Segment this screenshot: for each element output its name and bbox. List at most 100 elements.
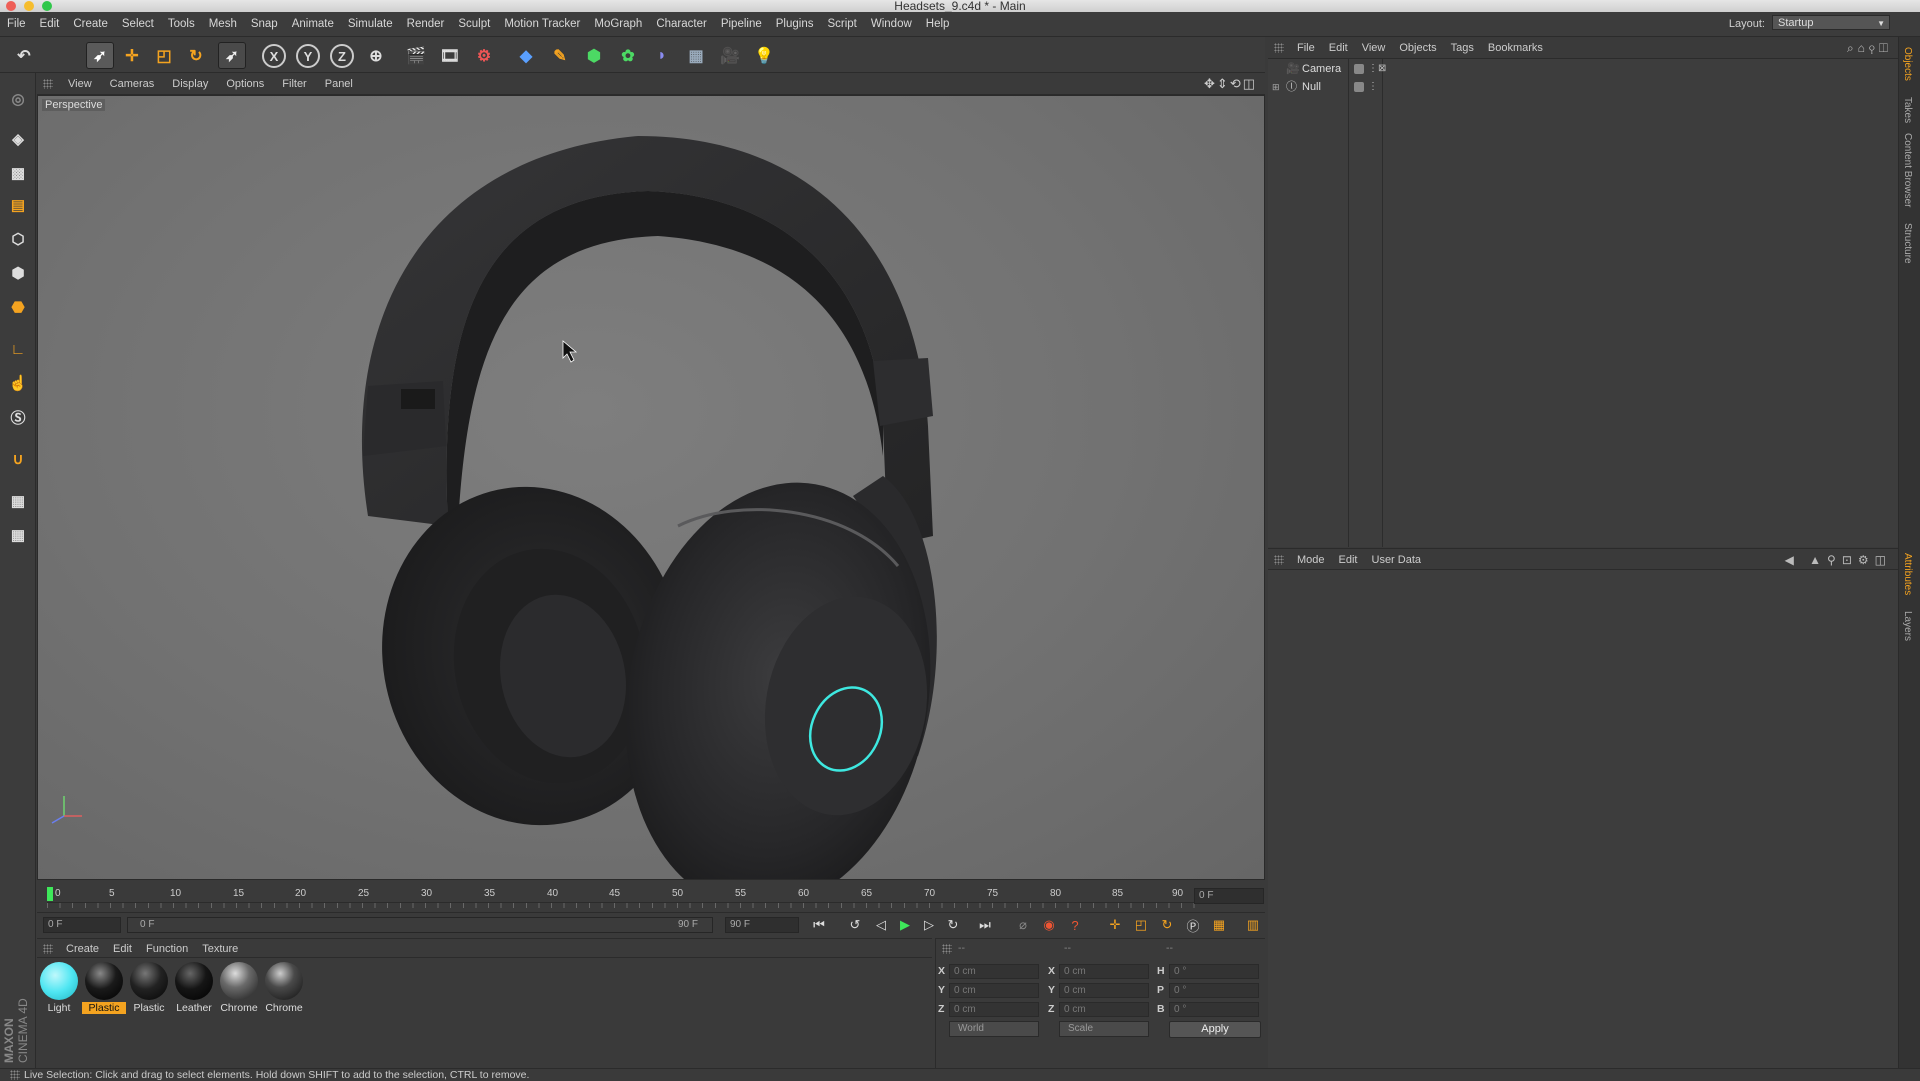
viewport-menu-cameras[interactable]: Cameras <box>101 73 164 95</box>
deformer-icon[interactable]: ◗ <box>648 42 676 69</box>
floor-icon[interactable]: ▦ <box>682 42 710 69</box>
go-to-end-icon[interactable]: ⏭ <box>975 916 995 934</box>
end-frame-field[interactable]: 90 F <box>725 917 799 933</box>
move-icon[interactable]: ✛ <box>118 42 146 69</box>
material-swatch[interactable]: Plastic <box>82 962 126 1016</box>
position-y-field[interactable]: 0 cm <box>949 983 1039 998</box>
recent-tool-icon[interactable]: ➶ <box>218 42 246 69</box>
menu-script[interactable]: Script <box>820 12 863 37</box>
snap-icon[interactable]: Ⓢ <box>4 403 32 431</box>
undo-icon[interactable]: ↶ <box>10 42 38 69</box>
cloner-icon[interactable]: ✿ <box>614 42 642 69</box>
points-mode-icon[interactable]: ⬡ <box>4 225 32 253</box>
play-icon[interactable]: ▶ <box>895 916 915 934</box>
z-axis-icon[interactable]: Z <box>330 44 354 68</box>
panel-grip-icon[interactable] <box>942 944 952 954</box>
rotate-icon[interactable]: ↻ <box>182 42 210 69</box>
cube-icon[interactable]: ◆ <box>512 42 540 69</box>
tab-structure[interactable]: Structure <box>1902 223 1913 264</box>
rotation-b-field[interactable]: 0 ° <box>1169 1002 1259 1017</box>
menu-plugins[interactable]: Plugins <box>769 12 821 37</box>
layout-select[interactable]: Startup ▼ <box>1772 15 1890 30</box>
material-swatch[interactable]: Light <box>37 962 81 1016</box>
frame-range-slider[interactable]: 0 F 90 F <box>127 917 713 933</box>
viewport-nav-icons[interactable]: ✥⇕⟲◫ <box>1204 76 1257 92</box>
y-axis-icon[interactable]: Y <box>296 44 320 68</box>
close-window-icon[interactable] <box>6 1 16 11</box>
minimize-window-icon[interactable] <box>24 1 34 11</box>
viewport-menu-filter[interactable]: Filter <box>273 73 315 95</box>
record-keys-icon[interactable]: ⌀ <box>1013 916 1033 934</box>
current-frame-field[interactable]: 0 F <box>1194 888 1264 904</box>
rotation-h-field[interactable]: 0 ° <box>1169 964 1259 979</box>
previous-key-icon[interactable]: ↺ <box>845 916 865 934</box>
rotation-p-field[interactable]: 0 ° <box>1169 983 1259 998</box>
menu-animate[interactable]: Animate <box>285 12 341 37</box>
visibility-toggle-icon[interactable] <box>1354 64 1364 74</box>
menu-mograph[interactable]: MoGraph <box>587 12 649 37</box>
object-row-camera[interactable]: 🎥 Camera ⋮⊠ <box>1268 60 1898 78</box>
object-menu-bookmarks[interactable]: Bookmarks <box>1481 37 1550 59</box>
object-menu-edit[interactable]: Edit <box>1322 37 1355 59</box>
menu-pipeline[interactable]: Pipeline <box>714 12 769 37</box>
planar-workplane-icon[interactable]: ▦ <box>4 521 32 549</box>
tab-objects[interactable]: Objects <box>1902 47 1913 81</box>
attribute-menu-user-data[interactable]: User Data <box>1365 549 1429 571</box>
lock-workplane-icon[interactable]: ▦ <box>4 487 32 515</box>
object-menu-tags[interactable]: Tags <box>1444 37 1481 59</box>
menu-edit[interactable]: Edit <box>33 12 67 37</box>
edit-render-settings-icon[interactable]: ⚙ <box>470 42 498 69</box>
material-menu-texture[interactable]: Texture <box>195 939 245 959</box>
subdivision-icon[interactable]: ⬢ <box>580 42 608 69</box>
viewport-menu-options[interactable]: Options <box>217 73 273 95</box>
light-icon[interactable]: 💡 <box>750 42 778 69</box>
panel-grip-icon[interactable] <box>1274 43 1284 54</box>
magnet-icon[interactable]: ∪ <box>4 445 32 473</box>
size-y-field[interactable]: 0 cm <box>1059 983 1149 998</box>
scale-icon[interactable]: ◰ <box>150 42 178 69</box>
render-view-icon[interactable]: 🎬 <box>402 42 430 69</box>
next-key-icon[interactable]: ↻ <box>943 916 963 934</box>
timeline-track[interactable] <box>47 902 1197 908</box>
tab-layers[interactable]: Layers <box>1902 611 1913 641</box>
material-swatch[interactable]: Plastic <box>127 962 171 1016</box>
position-z-field[interactable]: 0 cm <box>949 1002 1039 1017</box>
timeline-ruler[interactable]: 0 5 10 15 20 25 30 35 40 45 50 55 60 65 … <box>37 882 1265 916</box>
axis-mode-icon[interactable]: ∟ <box>4 335 32 363</box>
menu-window[interactable]: Window <box>864 12 919 37</box>
tab-takes[interactable]: Takes <box>1902 97 1913 123</box>
camera-icon[interactable]: 🎥 <box>716 42 744 69</box>
menu-tools[interactable]: Tools <box>161 12 202 37</box>
menu-create[interactable]: Create <box>66 12 115 37</box>
size-x-field[interactable]: 0 cm <box>1059 964 1149 979</box>
panel-grip-icon[interactable] <box>1274 555 1284 566</box>
go-to-start-icon[interactable]: ⏮ <box>809 916 829 934</box>
zoom-window-icon[interactable] <box>42 1 52 11</box>
material-menu-edit[interactable]: Edit <box>106 939 139 959</box>
viewport-menu-display[interactable]: Display <box>163 73 217 95</box>
attribute-menu-mode[interactable]: Mode <box>1290 549 1332 571</box>
record-position-icon[interactable]: ✛ <box>1105 916 1125 934</box>
record-parameter-icon[interactable]: Ⓟ <box>1183 916 1203 934</box>
render-picture-viewer-icon[interactable]: 🎞 <box>436 42 464 69</box>
object-row-null[interactable]: ⊞ ⓛ Null ⋮ <box>1268 78 1898 96</box>
record-rotation-icon[interactable]: ↻ <box>1157 916 1177 934</box>
polygons-mode-icon[interactable]: ⬣ <box>4 293 32 321</box>
layer-dots-icon[interactable]: ⋮ <box>1368 78 1378 96</box>
tweak-mode-icon[interactable]: ☝ <box>4 369 32 397</box>
menu-mesh[interactable]: Mesh <box>202 12 244 37</box>
redo-icon[interactable] <box>40 42 68 69</box>
pen-icon[interactable]: ✎ <box>546 42 574 69</box>
object-menu-view[interactable]: View <box>1355 37 1393 59</box>
material-swatch[interactable]: Chrome <box>262 962 306 1016</box>
menu-render[interactable]: Render <box>400 12 452 37</box>
menu-motion-tracker[interactable]: Motion Tracker <box>497 12 587 37</box>
material-swatch[interactable]: Chrome <box>217 962 261 1016</box>
playhead[interactable] <box>47 887 53 901</box>
menu-character[interactable]: Character <box>649 12 714 37</box>
previous-frame-icon[interactable]: ◁ <box>871 916 891 934</box>
attribute-nav-icons[interactable]: ◀ ▲⚲⊡⚙◫ <box>1785 553 1892 567</box>
menu-simulate[interactable]: Simulate <box>341 12 400 37</box>
panel-grip-icon[interactable] <box>10 1070 20 1080</box>
size-z-field[interactable]: 0 cm <box>1059 1002 1149 1017</box>
